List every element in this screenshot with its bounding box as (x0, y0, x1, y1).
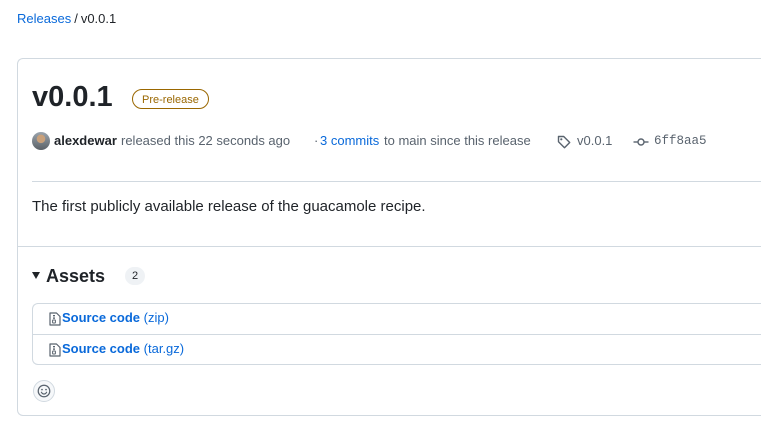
asset-row: Source code (zip) (33, 304, 761, 334)
divider (32, 181, 761, 182)
assets-list: Source code (zip) Source code (tar.gz) (32, 303, 761, 365)
release-card: v0.0.1 Pre-release alexdewar released th… (17, 58, 761, 416)
file-zip-icon (49, 312, 61, 331)
file-zip-icon (49, 343, 61, 362)
git-commit-icon (633, 134, 649, 156)
commits-suffix: to main since this release (384, 133, 531, 148)
avatar[interactable] (32, 132, 50, 150)
asset-name: Source code (62, 310, 141, 325)
release-description: The first publicly available release of … (32, 198, 426, 215)
meta-bullet: · (314, 133, 319, 148)
commit-sha: 6ff8aa5 (654, 134, 707, 148)
triangle-down-icon (32, 272, 40, 279)
asset-link-targz[interactable]: Source code (tar.gz) (62, 341, 184, 357)
breadcrumb-releases-link[interactable]: Releases (17, 11, 71, 26)
assets-title: Assets (46, 266, 106, 286)
breadcrumb-separator: / (74, 11, 78, 26)
breadcrumb: Releases / v0.0.1 (17, 11, 116, 27)
released-text: released this 22 seconds ago (121, 133, 291, 148)
asset-ext: (tar.gz) (143, 341, 185, 356)
commits-link[interactable]: 3 commits (320, 131, 379, 151)
asset-ext: (zip) (143, 310, 169, 325)
asset-row: Source code (tar.gz) (33, 334, 761, 365)
tag-label: v0.0.1 (577, 133, 613, 148)
add-reaction-button[interactable] (33, 380, 55, 402)
release-title: v0.0.1 (32, 81, 113, 113)
tag-icon (556, 134, 572, 156)
author-link[interactable]: alexdewar (54, 131, 117, 151)
prerelease-badge: Pre-release (132, 89, 209, 109)
asset-name: Source code (62, 341, 141, 356)
smiley-icon (37, 384, 51, 398)
divider (18, 246, 761, 247)
release-meta: alexdewar released this 22 seconds ago ·… (32, 131, 761, 151)
assets-count-badge: 2 (125, 267, 145, 285)
asset-link-zip[interactable]: Source code (zip) (62, 310, 169, 326)
breadcrumb-current: v0.0.1 (80, 11, 117, 26)
